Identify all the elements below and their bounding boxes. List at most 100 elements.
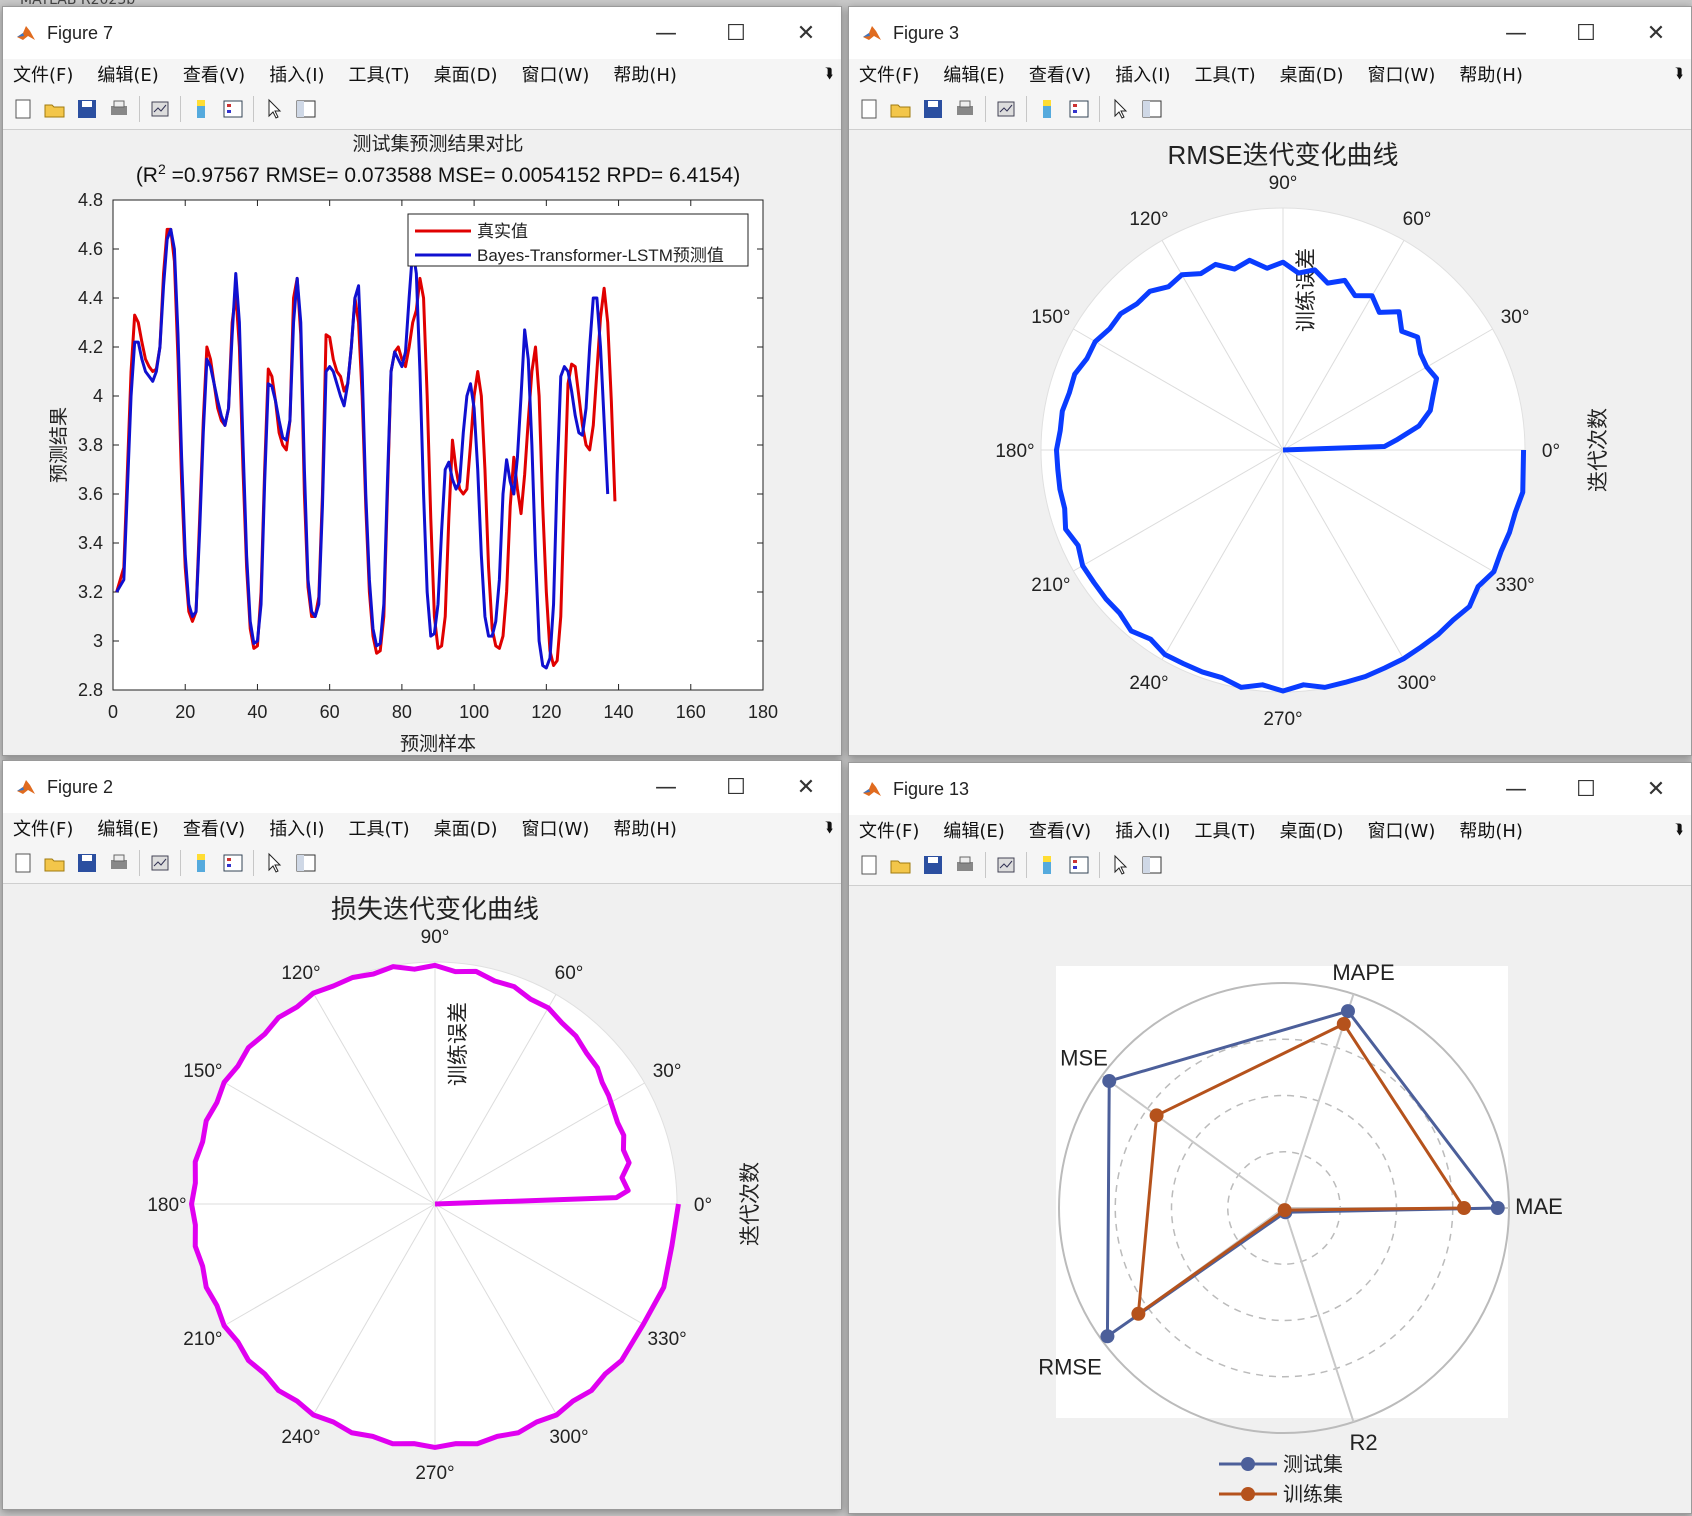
menu-item[interactable]: 查看(V)	[1029, 817, 1091, 843]
menu-item[interactable]: 窗口(W)	[522, 815, 590, 841]
x-tick-label: 60	[320, 702, 340, 722]
save-icon[interactable]	[75, 97, 99, 121]
save-icon[interactable]	[921, 853, 945, 877]
pointer-icon[interactable]	[262, 97, 286, 121]
menu-overflow-icon[interactable]: ⮯	[1675, 66, 1683, 82]
pointer-icon[interactable]	[1108, 97, 1132, 121]
toolbar-separator	[253, 96, 254, 122]
pointer-icon[interactable]	[262, 851, 286, 875]
menu-item[interactable]: 文件(F)	[859, 817, 919, 843]
menu-item[interactable]: 工具(T)	[1195, 61, 1256, 87]
minimize-icon[interactable]: —	[631, 7, 701, 59]
save-icon[interactable]	[921, 97, 945, 121]
subtitle-metrics: =0.97567 RMSE= 0.073588 MSE= 0.0054152 R…	[166, 164, 740, 187]
menu-item[interactable]: 窗口(W)	[1368, 817, 1436, 843]
minimize-icon[interactable]: —	[631, 761, 701, 813]
property-inspector-icon[interactable]	[294, 851, 318, 875]
menu-item[interactable]: 窗口(W)	[522, 61, 590, 87]
new-figure-icon[interactable]	[11, 97, 35, 121]
menu-item[interactable]: 编辑(E)	[943, 61, 1004, 87]
menu-item[interactable]: 编辑(E)	[943, 817, 1004, 843]
figure-2-titlebar[interactable]: Figure 2 — ☐ ✕	[3, 761, 841, 813]
y-tick-label: 3.2	[78, 582, 103, 602]
menu-item[interactable]: 帮助(H)	[613, 815, 677, 841]
menu-item[interactable]: 帮助(H)	[613, 61, 677, 87]
menu-item[interactable]: 帮助(H)	[1459, 817, 1523, 843]
open-file-icon[interactable]	[43, 851, 67, 875]
angle-tick-label: 120°	[1129, 209, 1168, 230]
new-figure-icon[interactable]	[11, 851, 35, 875]
close-icon[interactable]: ✕	[771, 761, 841, 813]
menu-item[interactable]: 查看(V)	[183, 61, 245, 87]
figure-3-titlebar[interactable]: Figure 3 — ☐ ✕	[849, 7, 1691, 59]
property-inspector-icon[interactable]	[1140, 853, 1164, 877]
open-file-icon[interactable]	[889, 853, 913, 877]
print-icon[interactable]	[107, 851, 131, 875]
legend-icon[interactable]	[221, 97, 245, 121]
save-icon[interactable]	[75, 851, 99, 875]
menu-item[interactable]: 桌面(D)	[1280, 61, 1344, 87]
menu-item[interactable]: 窗口(W)	[1368, 61, 1436, 87]
property-inspector-icon[interactable]	[294, 97, 318, 121]
menu-item[interactable]: 文件(F)	[859, 61, 919, 87]
x-tick-label: 80	[392, 702, 412, 722]
colorbar-icon[interactable]	[1035, 853, 1059, 877]
legend-icon[interactable]	[1067, 853, 1091, 877]
figure-13-titlebar[interactable]: Figure 13 — ☐ ✕	[849, 763, 1691, 815]
x-tick-label: 20	[175, 702, 195, 722]
print-icon[interactable]	[953, 853, 977, 877]
menu-item[interactable]: 查看(V)	[1029, 61, 1091, 87]
link-plot-icon[interactable]	[148, 97, 172, 121]
menu-overflow-icon[interactable]: ⮯	[1675, 822, 1683, 838]
colorbar-icon[interactable]	[1035, 97, 1059, 121]
maximize-icon[interactable]: ☐	[1551, 7, 1621, 59]
menu-item[interactable]: 查看(V)	[183, 815, 245, 841]
legend-icon[interactable]	[1067, 97, 1091, 121]
new-figure-icon[interactable]	[857, 97, 881, 121]
print-icon[interactable]	[953, 97, 977, 121]
menu-item[interactable]: 文件(F)	[13, 61, 73, 87]
menu-item[interactable]: 插入(I)	[1115, 817, 1170, 843]
menu-item[interactable]: 桌面(D)	[1280, 817, 1344, 843]
radar-point	[1149, 1108, 1164, 1123]
menu-item[interactable]: 桌面(D)	[434, 61, 498, 87]
menu-item[interactable]: 编辑(E)	[97, 61, 158, 87]
menu-item[interactable]: 插入(I)	[269, 815, 324, 841]
maximize-icon[interactable]: ☐	[1551, 763, 1621, 815]
menu-item[interactable]: 工具(T)	[1195, 817, 1256, 843]
property-inspector-icon[interactable]	[1140, 97, 1164, 121]
colorbar-icon[interactable]	[189, 97, 213, 121]
menu-item[interactable]: 工具(T)	[349, 815, 410, 841]
toolbar-separator	[1099, 852, 1100, 878]
link-plot-icon[interactable]	[994, 853, 1018, 877]
menu-item[interactable]: 编辑(E)	[97, 815, 158, 841]
menu-item[interactable]: 插入(I)	[269, 61, 324, 87]
link-plot-icon[interactable]	[994, 97, 1018, 121]
new-figure-icon[interactable]	[857, 853, 881, 877]
pointer-icon[interactable]	[1108, 853, 1132, 877]
toolbar-separator	[1099, 96, 1100, 122]
menu-item[interactable]: 帮助(H)	[1459, 61, 1523, 87]
figure-7-titlebar[interactable]: Figure 7 — ☐ ✕	[3, 7, 841, 59]
menu-item[interactable]: 桌面(D)	[434, 815, 498, 841]
window-title: Figure 3	[893, 22, 960, 43]
menu-item[interactable]: 插入(I)	[1115, 61, 1170, 87]
menu-item[interactable]: 文件(F)	[13, 815, 73, 841]
close-icon[interactable]: ✕	[1621, 763, 1691, 815]
close-icon[interactable]: ✕	[1621, 7, 1691, 59]
maximize-icon[interactable]: ☐	[701, 761, 771, 813]
minimize-icon[interactable]: —	[1481, 763, 1551, 815]
open-file-icon[interactable]	[889, 97, 913, 121]
minimize-icon[interactable]: —	[1481, 7, 1551, 59]
open-file-icon[interactable]	[43, 97, 67, 121]
menu-item[interactable]: 工具(T)	[349, 61, 410, 87]
menu-overflow-icon[interactable]: ⮯	[825, 66, 833, 82]
menu-overflow-icon[interactable]: ⮯	[825, 820, 833, 836]
print-icon[interactable]	[107, 97, 131, 121]
link-plot-icon[interactable]	[148, 851, 172, 875]
close-icon[interactable]: ✕	[771, 7, 841, 59]
x-tick-label: 160	[676, 702, 706, 722]
legend-icon[interactable]	[221, 851, 245, 875]
colorbar-icon[interactable]	[189, 851, 213, 875]
maximize-icon[interactable]: ☐	[701, 7, 771, 59]
